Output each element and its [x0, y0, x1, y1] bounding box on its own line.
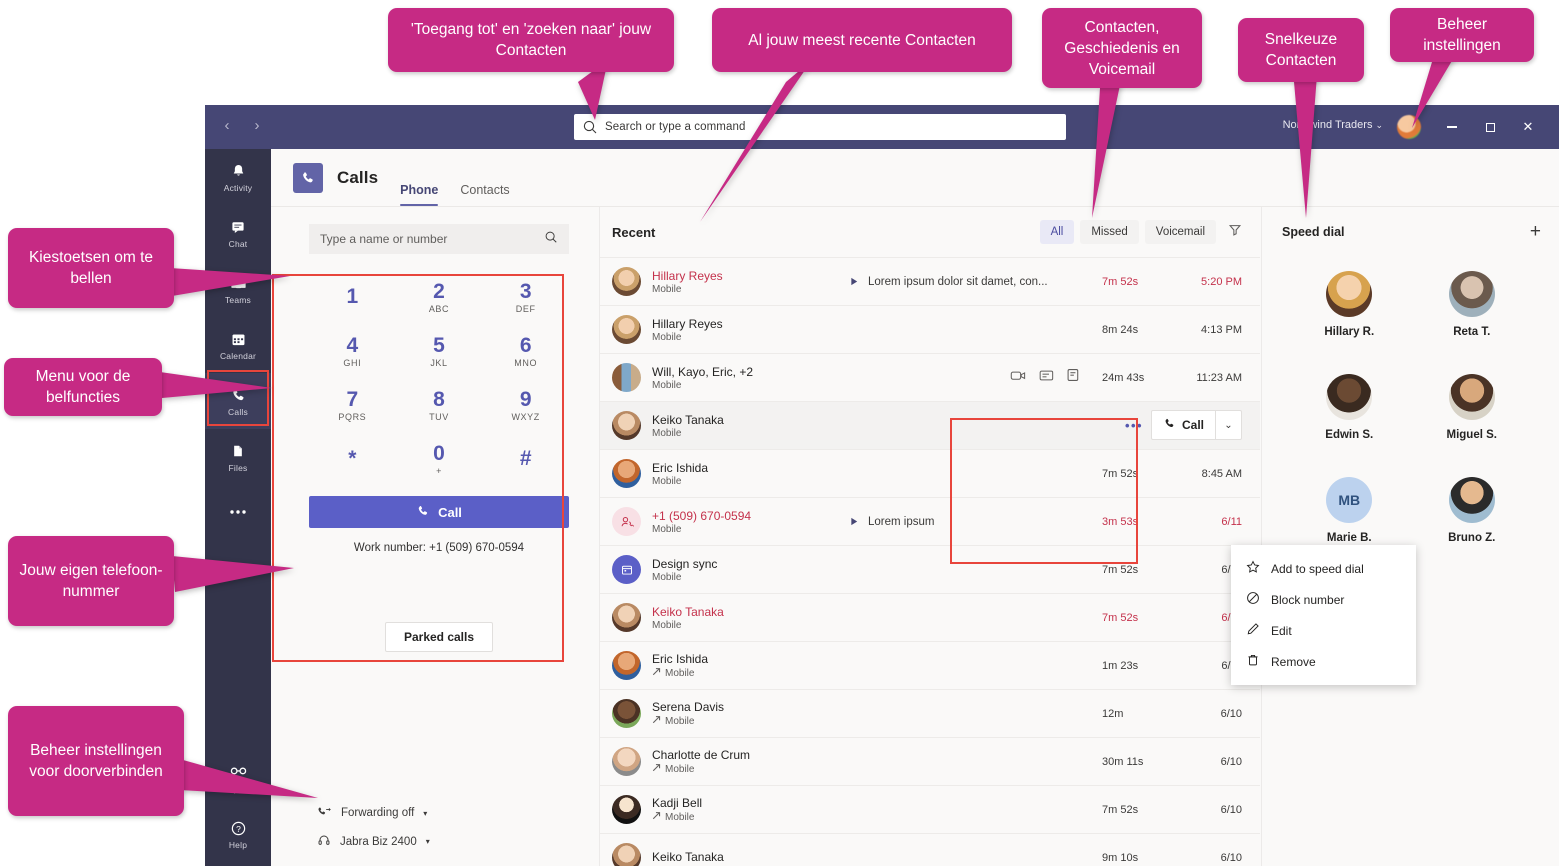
callout-callsmenu: Menu voor de belfuncties [4, 358, 162, 416]
callout-recent: Al jouw meest recente Contacten [712, 8, 1012, 72]
callout-ownnumber: Jouw eigen telefoon-nummer [8, 536, 174, 626]
callout-settings: Beheer instellingen [1390, 8, 1534, 62]
callout-forwarding: Beheer instellingen voor doorverbinden [8, 706, 184, 816]
callout-leaders [160, 54, 1456, 798]
callout-tabs: Contacten, Geschiedenis en Voicemail [1042, 8, 1202, 88]
callout-keypad: Kiestoetsen om te bellen [8, 228, 174, 308]
callout-search: 'Toegang tot' en 'zoeken naar' jouw Cont… [388, 8, 674, 72]
callout-speeddial: Snelkeuze Contacten [1238, 18, 1364, 82]
